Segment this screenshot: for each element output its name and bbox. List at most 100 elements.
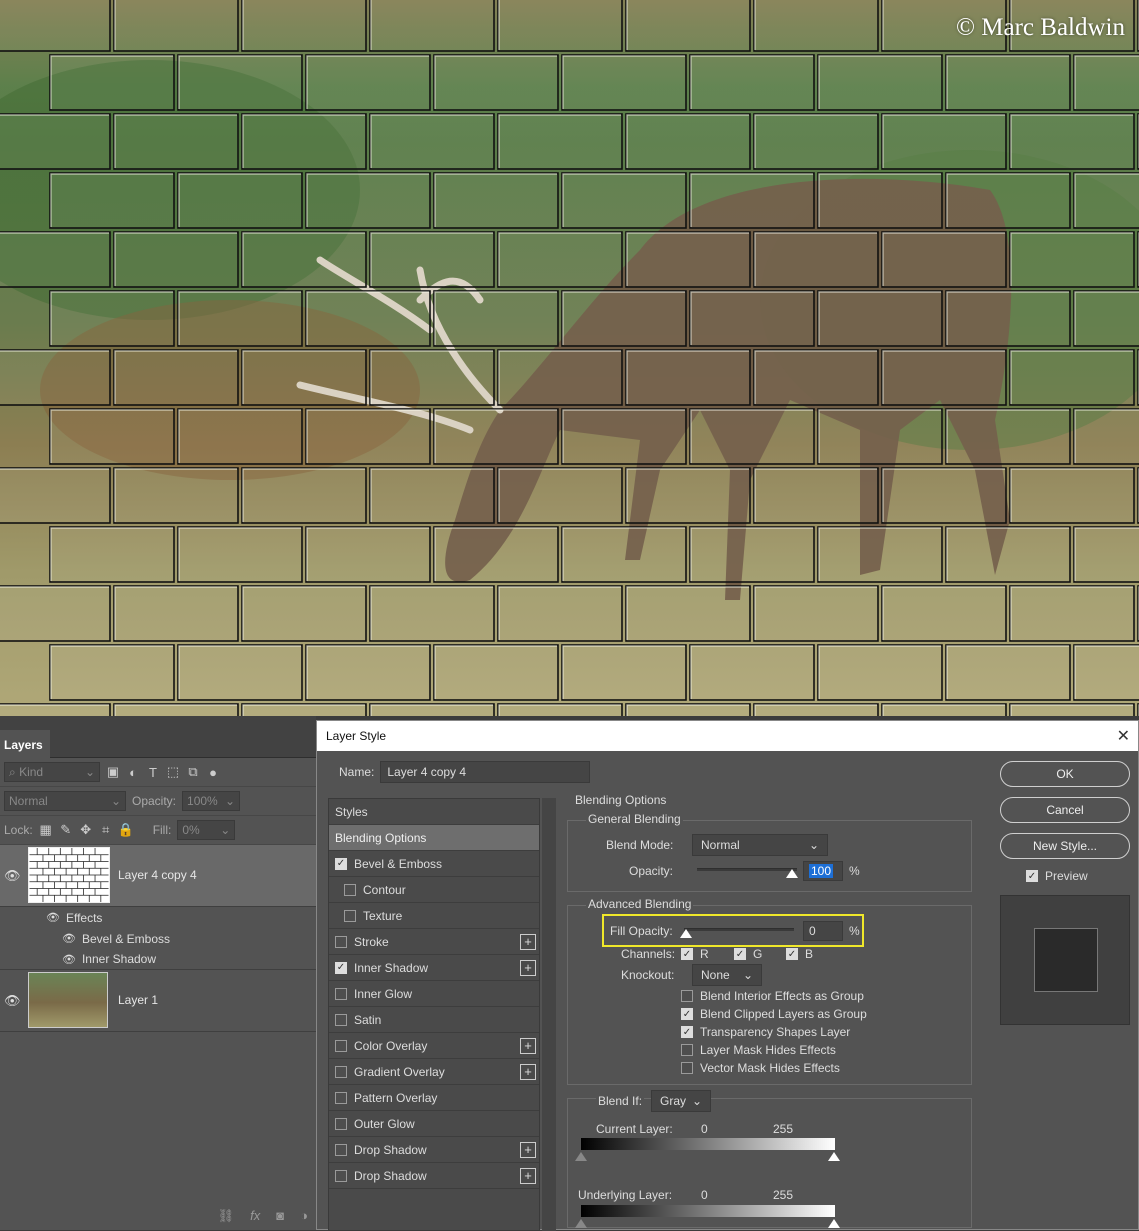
add-effect-icon[interactable]: + (520, 1168, 536, 1184)
filter-adjustment-icon[interactable]: ◐ (126, 765, 140, 780)
brick (369, 349, 495, 406)
filter-pixel-icon[interactable]: ▣ (106, 764, 120, 779)
opacity-slider[interactable] (697, 868, 797, 871)
layer-blend-mode-select[interactable]: Normal ⌄ (4, 791, 126, 811)
lock-position-icon[interactable]: ✥ (79, 822, 93, 837)
brick (561, 644, 687, 701)
new-style-button[interactable]: New Style... (1000, 833, 1130, 859)
style-name-input[interactable]: Layer 4 copy 4 (380, 761, 591, 783)
style-item[interactable]: Stroke + (329, 929, 539, 955)
checkbox[interactable] (344, 909, 356, 922)
checkbox[interactable] (335, 1013, 347, 1026)
cancel-button[interactable]: Cancel (1000, 797, 1130, 823)
layer-opacity-field[interactable]: 100% ⌄ (182, 791, 241, 811)
checkbox[interactable] (335, 987, 347, 1000)
current-layer-black-slider[interactable] (575, 1152, 587, 1161)
checkbox-checked[interactable]: ✓ (335, 961, 347, 974)
layer-name[interactable]: Layer 4 copy 4 (118, 868, 197, 882)
advanced-option-checkbox[interactable]: ✓ Transparency Shapes Layer (681, 1025, 850, 1039)
styles-scrollbar[interactable] (542, 798, 556, 1231)
advanced-option-checkbox[interactable]: Vector Mask Hides Effects (681, 1061, 840, 1075)
checkbox[interactable] (335, 1091, 347, 1104)
style-item[interactable]: Drop Shadow + (329, 1137, 539, 1163)
current-layer-white-slider[interactable] (828, 1152, 840, 1161)
filter-toggle-icon[interactable]: ● (206, 765, 220, 780)
style-item[interactable]: Satin (329, 1007, 539, 1033)
underlying-layer-black-slider[interactable] (575, 1219, 587, 1228)
lock-artboard-icon[interactable]: ⌗ (99, 822, 113, 837)
style-item[interactable]: Drop Shadow + (329, 1163, 539, 1189)
add-effect-icon[interactable]: + (520, 1064, 536, 1080)
style-item[interactable]: Contour (329, 877, 539, 903)
checkbox[interactable] (335, 935, 347, 948)
style-item[interactable]: Texture (329, 903, 539, 929)
opacity-value-field[interactable]: 100 (803, 861, 843, 881)
style-item[interactable]: Pattern Overlay (329, 1085, 539, 1111)
blend-mode-select[interactable]: Normal ⌄ (692, 834, 828, 856)
ok-button[interactable]: OK (1000, 761, 1130, 787)
visibility-eye-icon[interactable]: 👁 (46, 911, 60, 924)
adjustment-icon[interactable]: ◑ (300, 1208, 308, 1224)
style-item-label: Stroke (354, 934, 389, 949)
advanced-option-checkbox[interactable]: Layer Mask Hides Effects (681, 1043, 836, 1057)
visibility-eye-icon[interactable]: 👁 (62, 932, 76, 945)
advanced-option-checkbox[interactable]: ✓ Blend Clipped Layers as Group (681, 1007, 867, 1021)
effect-item[interactable]: 👁 Bevel & Emboss (0, 928, 316, 949)
lock-paint-icon[interactable]: ✎ (59, 822, 73, 837)
brick (753, 349, 879, 406)
mask-icon[interactable]: ◙ (276, 1208, 284, 1224)
filter-type-icon[interactable]: T (146, 765, 160, 780)
layer-row[interactable]: 👁 Layer 4 copy 4 (0, 845, 316, 907)
checkbox[interactable] (335, 1169, 347, 1182)
style-item[interactable]: Inner Glow (329, 981, 539, 1007)
style-item[interactable]: ✓ Inner Shadow + (329, 955, 539, 981)
underlying-layer-white-slider[interactable] (828, 1219, 840, 1228)
knockout-select[interactable]: None ⌄ (692, 964, 762, 986)
filter-smartobject-icon[interactable]: ⧉ (186, 764, 200, 779)
checkbox-checked[interactable]: ✓ (335, 857, 347, 870)
layer-row[interactable]: 👁 Layer 1 (0, 970, 316, 1032)
checkbox[interactable] (335, 1117, 347, 1130)
style-item[interactable]: Blending Options (329, 825, 539, 851)
filter-shape-icon[interactable]: ⬚ (166, 764, 180, 779)
fill-opacity-slider-thumb[interactable] (680, 929, 692, 938)
fill-opacity-value-field[interactable]: 0 (803, 921, 843, 941)
style-item[interactable]: ✓ Bevel & Emboss (329, 851, 539, 877)
layer-fill-field[interactable]: 0% ⌄ (177, 820, 236, 840)
effects-row[interactable]: 👁 Effects (0, 907, 316, 928)
visibility-eye-icon[interactable]: 👁 (62, 953, 76, 966)
layer-name[interactable]: Layer 1 (118, 993, 158, 1007)
channel-g-checkbox[interactable]: ✓ G (734, 947, 762, 961)
style-item[interactable]: Color Overlay + (329, 1033, 539, 1059)
filter-kind-select[interactable]: ⌕ Kind ⌄ (4, 762, 100, 782)
visibility-eye-icon[interactable]: 👁 (4, 868, 21, 884)
brick (433, 526, 559, 583)
visibility-eye-icon[interactable]: 👁 (4, 993, 21, 1009)
checkbox[interactable] (335, 1143, 347, 1156)
style-item[interactable]: Outer Glow (329, 1111, 539, 1137)
brick (433, 408, 559, 465)
checkbox[interactable] (335, 1039, 347, 1052)
add-effect-icon[interactable]: + (520, 1142, 536, 1158)
close-icon[interactable]: ✕ (1117, 726, 1130, 746)
add-effect-icon[interactable]: + (520, 934, 536, 950)
tab-layers[interactable]: Layers (0, 730, 50, 758)
add-effect-icon[interactable]: + (520, 960, 536, 976)
preview-checkbox[interactable]: ✓ Preview (1026, 869, 1130, 883)
channel-b-checkbox[interactable]: ✓ B (786, 947, 813, 961)
checkbox[interactable] (344, 883, 356, 896)
effect-item[interactable]: 👁 Inner Shadow (0, 949, 316, 970)
channel-r-checkbox[interactable]: ✓ R (681, 947, 709, 961)
opacity-slider-thumb[interactable] (786, 869, 798, 878)
styles-header[interactable]: Styles (329, 799, 539, 825)
advanced-option-checkbox[interactable]: Blend Interior Effects as Group (681, 989, 864, 1003)
lock-all-icon[interactable]: 🔒 (118, 822, 134, 837)
link-icon[interactable]: ⛓ (218, 1208, 235, 1224)
style-item[interactable]: Gradient Overlay + (329, 1059, 539, 1085)
checkbox[interactable] (335, 1065, 347, 1078)
fill-opacity-slider[interactable] (684, 928, 794, 931)
blend-if-select[interactable]: Gray ⌄ (651, 1090, 711, 1112)
lock-transparent-icon[interactable]: ▦ (39, 822, 53, 837)
fx-icon[interactable]: fx (250, 1208, 260, 1224)
add-effect-icon[interactable]: + (520, 1038, 536, 1054)
